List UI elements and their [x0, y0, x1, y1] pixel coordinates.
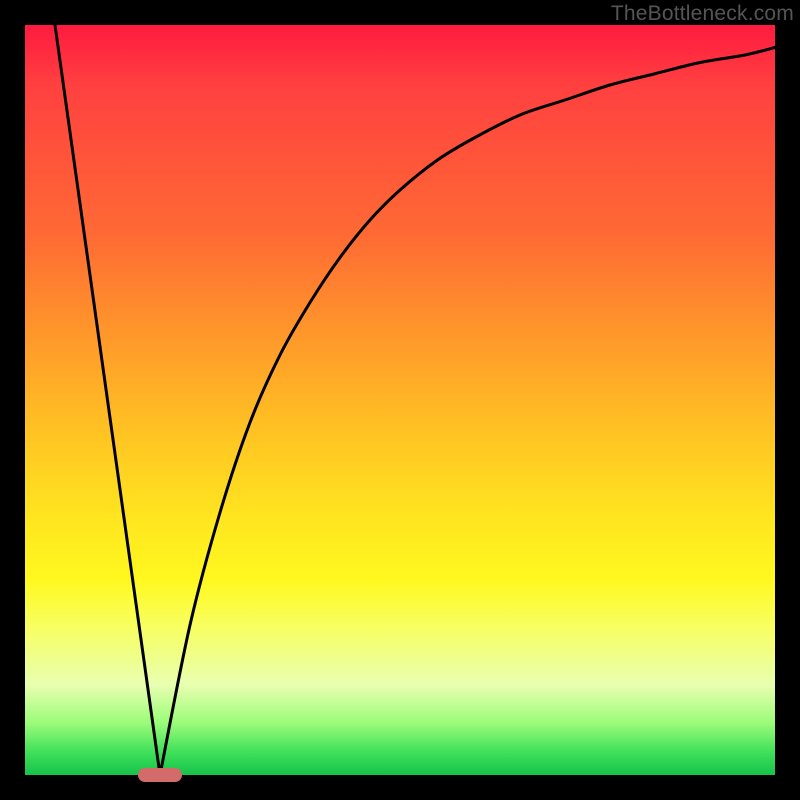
chart-frame [25, 25, 775, 775]
minimum-marker [138, 768, 182, 782]
bottleneck-curve [25, 25, 775, 775]
watermark-text: TheBottleneck.com [611, 2, 794, 26]
